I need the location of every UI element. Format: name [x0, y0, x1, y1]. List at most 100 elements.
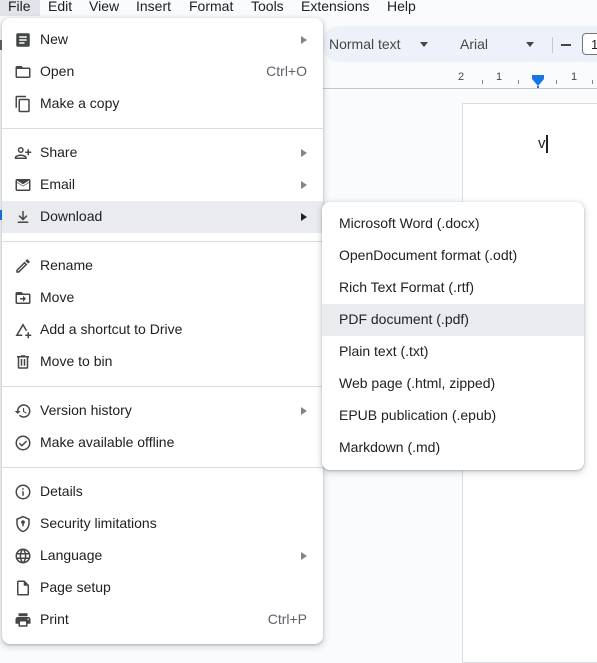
history-icon: [14, 404, 31, 418]
menu-item-label: Page setup: [40, 579, 111, 595]
menu-item-new[interactable]: New: [2, 24, 323, 56]
drive-shortcut-icon: [15, 323, 32, 339]
ruler-tick: [592, 80, 593, 84]
text-cursor: [546, 135, 548, 153]
submenu-arrow-icon: [301, 407, 307, 415]
menu-item-label: Share: [40, 144, 78, 160]
pencil-icon: [16, 259, 30, 273]
menu-item-label: Print: [40, 611, 69, 627]
download-item-label: PDF document (.pdf): [339, 311, 469, 327]
download-item-rtf[interactable]: Rich Text Format (.rtf): [322, 272, 584, 304]
download-item-odt[interactable]: OpenDocument format (.odt): [322, 240, 584, 272]
menu-item-label: Version history: [40, 402, 132, 418]
menu-item-label: Move: [40, 289, 75, 305]
download-item-label: Plain text (.txt): [339, 343, 429, 359]
menu-item-move[interactable]: Move: [2, 282, 323, 314]
menu-item-make-a-copy[interactable]: Make a copy: [2, 88, 323, 120]
menu-item-print[interactable]: Print Ctrl+P: [2, 604, 323, 636]
menu-item-label: Open: [40, 63, 75, 79]
menu-insert[interactable]: Insert: [136, 0, 171, 16]
download-item-txt[interactable]: Plain text (.txt): [322, 336, 584, 368]
shield-icon: [16, 515, 30, 533]
menu-item-details[interactable]: Details: [2, 476, 323, 508]
menu-item-shortcut: Ctrl+O: [266, 63, 307, 79]
menu-item-label: Security limitations: [40, 515, 157, 531]
font-select[interactable]: Arial: [460, 36, 488, 52]
download-item-md[interactable]: Markdown (.md): [322, 432, 584, 464]
menu-item-label: Download: [40, 208, 103, 224]
ruler-tick: [556, 80, 557, 84]
download-item-label: Web page (.html, zipped): [339, 375, 496, 391]
submenu-arrow-icon: [301, 149, 307, 157]
menu-item-label: Make available offline: [40, 434, 175, 450]
menu-divider: [2, 128, 323, 129]
menu-view[interactable]: View: [89, 0, 119, 16]
menu-file[interactable]: File: [8, 0, 31, 16]
menu-edit[interactable]: Edit: [48, 0, 72, 16]
menu-item-share[interactable]: Share: [2, 137, 323, 169]
menu-item-page-setup[interactable]: Page setup: [2, 572, 323, 604]
document-text[interactable]: v: [538, 135, 546, 152]
menu-item-label: Make a copy: [40, 95, 120, 111]
ruler-tick: [482, 80, 483, 84]
menu-format[interactable]: Format: [189, 0, 233, 16]
ruler: 2 1 1: [322, 70, 597, 88]
menu-item-move-to-bin[interactable]: Move to bin: [2, 346, 323, 378]
trash-icon: [17, 355, 29, 369]
menu-item-label: Move to bin: [40, 353, 113, 369]
ruler-divider: [322, 88, 597, 89]
person-add-icon: [14, 147, 32, 159]
download-item-pdf[interactable]: PDF document (.pdf): [322, 304, 584, 336]
info-icon: [15, 484, 31, 500]
menu-tools[interactable]: Tools: [251, 0, 284, 16]
submenu-arrow-icon: [301, 213, 307, 221]
menu-item-add-shortcut[interactable]: Add a shortcut to Drive: [2, 314, 323, 346]
menu-divider: [2, 386, 323, 387]
menu-item-make-available-offline[interactable]: Make available offline: [2, 427, 323, 459]
submenu-arrow-icon: [301, 181, 307, 189]
menu-item-download[interactable]: Download: [2, 201, 323, 233]
menu-item-version-history[interactable]: Version history: [2, 395, 323, 427]
menu-item-shortcut: Ctrl+P: [267, 611, 307, 627]
offline-check-icon: [15, 435, 31, 451]
font-size-value: 1: [591, 37, 597, 52]
download-item-label: OpenDocument format (.odt): [339, 247, 518, 263]
copy-icon: [15, 95, 30, 113]
folder-icon: [15, 66, 31, 78]
menu-item-label: Rename: [40, 257, 93, 273]
download-item-label: Rich Text Format (.rtf): [339, 279, 475, 295]
menu-item-email[interactable]: Email: [2, 169, 323, 201]
submenu-arrow-icon: [301, 552, 307, 560]
download-item-label: Microsoft Word (.docx): [339, 215, 480, 231]
menu-item-security-limitations[interactable]: Security limitations: [2, 508, 323, 540]
new-document-icon: [16, 33, 30, 47]
menu-extensions[interactable]: Extensions: [301, 0, 369, 16]
file-menu: New Open Ctrl+O Make a copy Share Email …: [2, 18, 323, 644]
ruler-tick: [518, 80, 519, 84]
download-icon: [17, 211, 29, 223]
menu-item-language[interactable]: Language: [2, 540, 323, 572]
page-setup-icon: [17, 580, 29, 596]
menu-divider: [2, 467, 323, 468]
globe-icon: [15, 548, 31, 564]
ruler-label: 2: [458, 71, 465, 83]
style-select-caret-icon[interactable]: [420, 42, 428, 47]
printer-icon: [15, 613, 31, 627]
indent-marker-triangle[interactable]: [532, 79, 544, 86]
decrease-font-size-icon[interactable]: [561, 44, 571, 46]
font-size-input[interactable]: 1: [582, 33, 597, 55]
ruler-label: 1: [496, 71, 503, 83]
menu-item-open[interactable]: Open Ctrl+O: [2, 56, 323, 88]
menu-help[interactable]: Help: [387, 0, 416, 16]
font-select-caret-icon[interactable]: [526, 42, 534, 47]
download-item-html[interactable]: Web page (.html, zipped): [322, 368, 584, 400]
download-item-label: EPUB publication (.epub): [339, 407, 497, 423]
download-item-epub[interactable]: EPUB publication (.epub): [322, 400, 584, 432]
download-item-docx[interactable]: Microsoft Word (.docx): [322, 208, 584, 240]
style-select[interactable]: Normal text: [329, 36, 401, 52]
menu-item-rename[interactable]: Rename: [2, 250, 323, 282]
menu-item-label: Language: [40, 547, 103, 563]
menu-item-label: Details: [40, 483, 83, 499]
ruler-label: 1: [571, 71, 578, 83]
mail-icon: [15, 179, 31, 191]
